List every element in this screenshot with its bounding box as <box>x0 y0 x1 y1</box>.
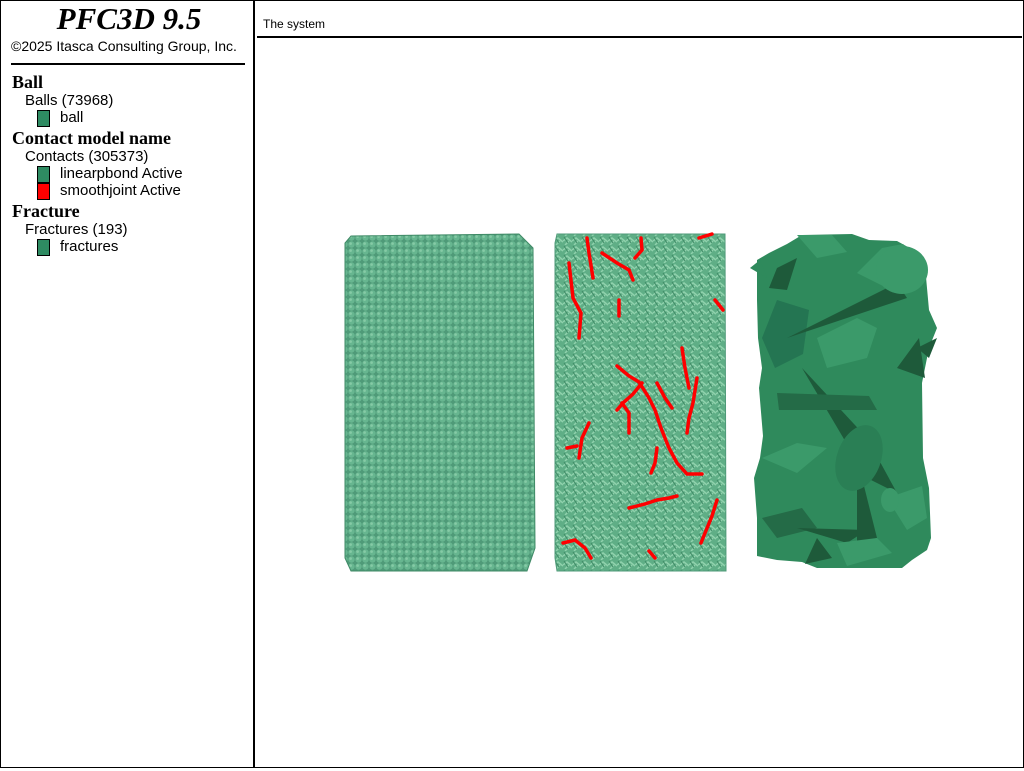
linearpbond-color-swatch <box>37 166 50 183</box>
contact-specimen <box>554 232 727 572</box>
plot-title: The system <box>263 17 326 31</box>
copyright-text: ©2025 Itasca Consulting Group, Inc. <box>11 38 237 54</box>
smoothjoint-color-swatch <box>37 183 50 200</box>
legend-smoothjoint-item: smoothjoint Active <box>60 182 181 199</box>
legend-contact-count: Contacts (305373) <box>25 148 149 165</box>
app-title: PFC3D 9.5 <box>56 1 202 36</box>
fracture-specimen <box>750 234 937 568</box>
legend-ball-title: Ball <box>12 72 44 92</box>
ball-specimen <box>344 233 536 572</box>
legend-fractures-item: fractures <box>60 238 119 255</box>
legend-panel: PFC3D 9.5 ©2025 Itasca Consulting Group,… <box>1 1 255 767</box>
scene-canvas <box>344 232 937 572</box>
legend-contact-title: Contact model name <box>12 128 171 148</box>
legend-fracture-count: Fractures (193) <box>25 221 128 238</box>
legend-fracture-title: Fracture <box>12 201 80 221</box>
legend-linearpbond-item: linearpbond Active <box>60 165 183 182</box>
legend-ball-count: Balls (73968) <box>25 92 114 109</box>
legend-divider <box>11 63 245 65</box>
ball-color-swatch <box>37 110 50 127</box>
plot-header: The system <box>257 1 1022 38</box>
fractures-color-swatch <box>37 239 50 256</box>
3d-viewport[interactable] <box>257 38 1022 766</box>
legend-ball-item: ball <box>60 109 84 126</box>
